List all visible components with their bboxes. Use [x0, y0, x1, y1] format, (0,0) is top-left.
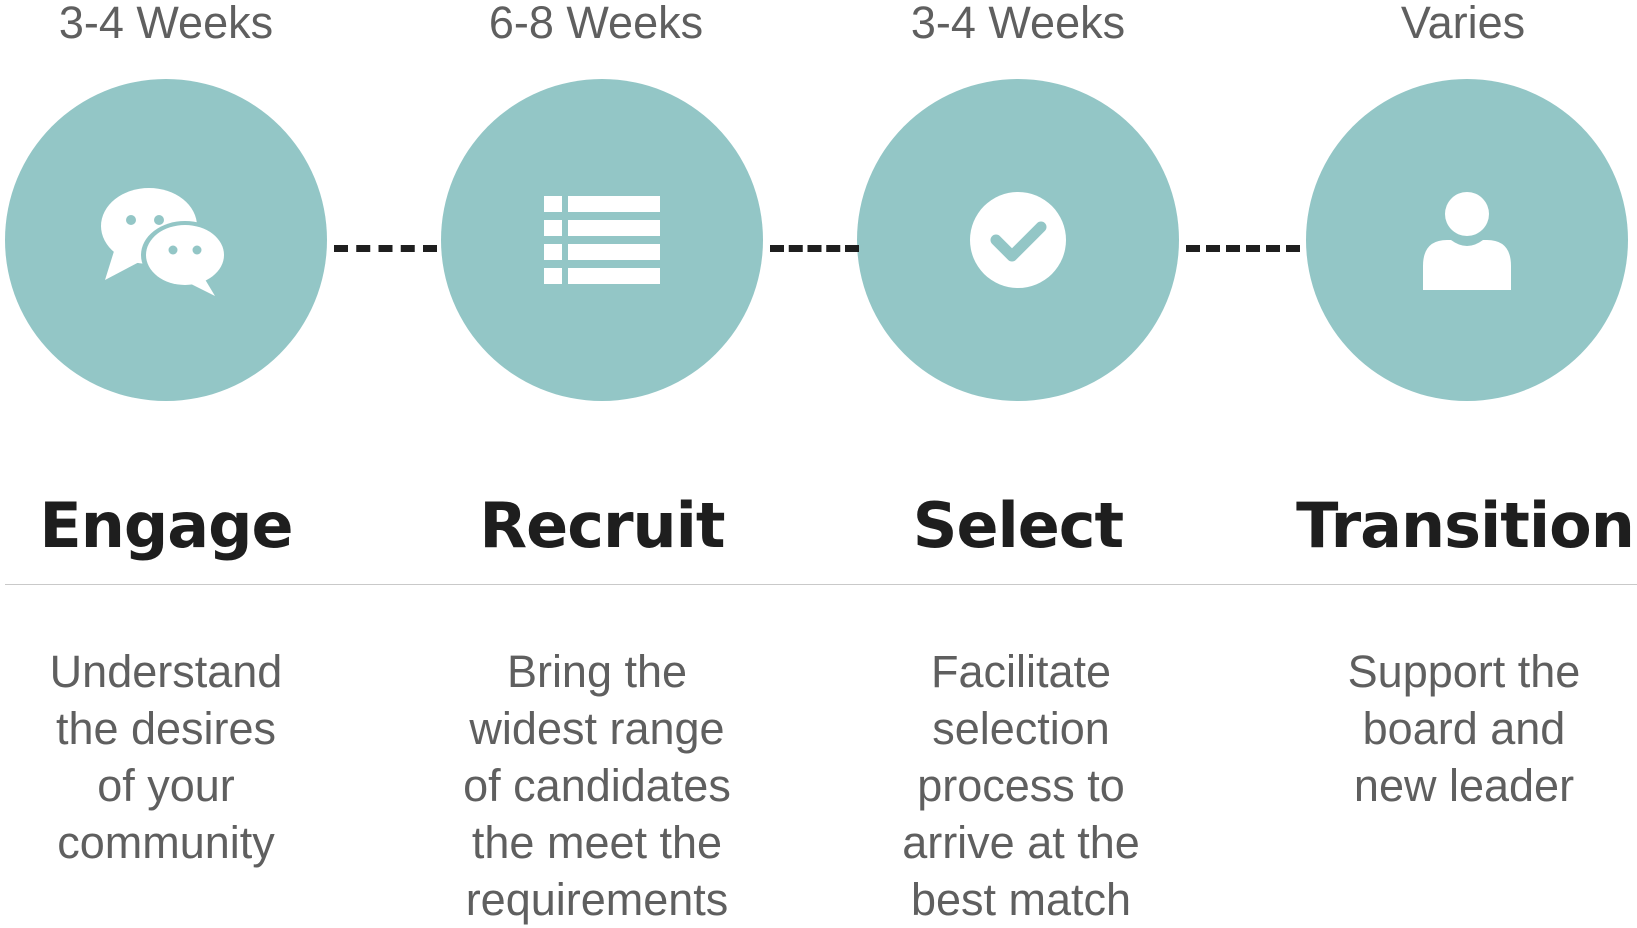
connector-line [1186, 245, 1300, 252]
step-description: Facilitate selection process to arrive a… [902, 646, 1140, 925]
chat-bubbles-icon [91, 180, 241, 300]
list-icon [544, 194, 660, 286]
connector-line [334, 245, 437, 252]
step-title: Engage [39, 489, 293, 562]
connector-line [770, 245, 859, 252]
step-title: Select [912, 489, 1124, 562]
step-description: Support the board and new leader [1347, 646, 1581, 811]
step-circle [441, 79, 763, 401]
step-duration: Varies [1400, 0, 1526, 48]
step-description: Understand the desires of your community [49, 646, 283, 868]
step-circle [1306, 79, 1628, 401]
check-circle-icon [968, 190, 1068, 290]
divider [5, 584, 1637, 585]
step-duration: 3-4 Weeks [910, 0, 1126, 48]
person-icon [1421, 190, 1513, 290]
step-duration: 6-8 Weeks [488, 0, 704, 48]
step-description: Bring the widest range of candidates the… [463, 646, 731, 925]
step-circle [857, 79, 1179, 401]
step-title: Recruit [479, 489, 725, 562]
step-circle [5, 79, 327, 401]
step-title: Transition [1296, 489, 1635, 562]
step-duration: 3-4 Weeks [58, 0, 274, 48]
